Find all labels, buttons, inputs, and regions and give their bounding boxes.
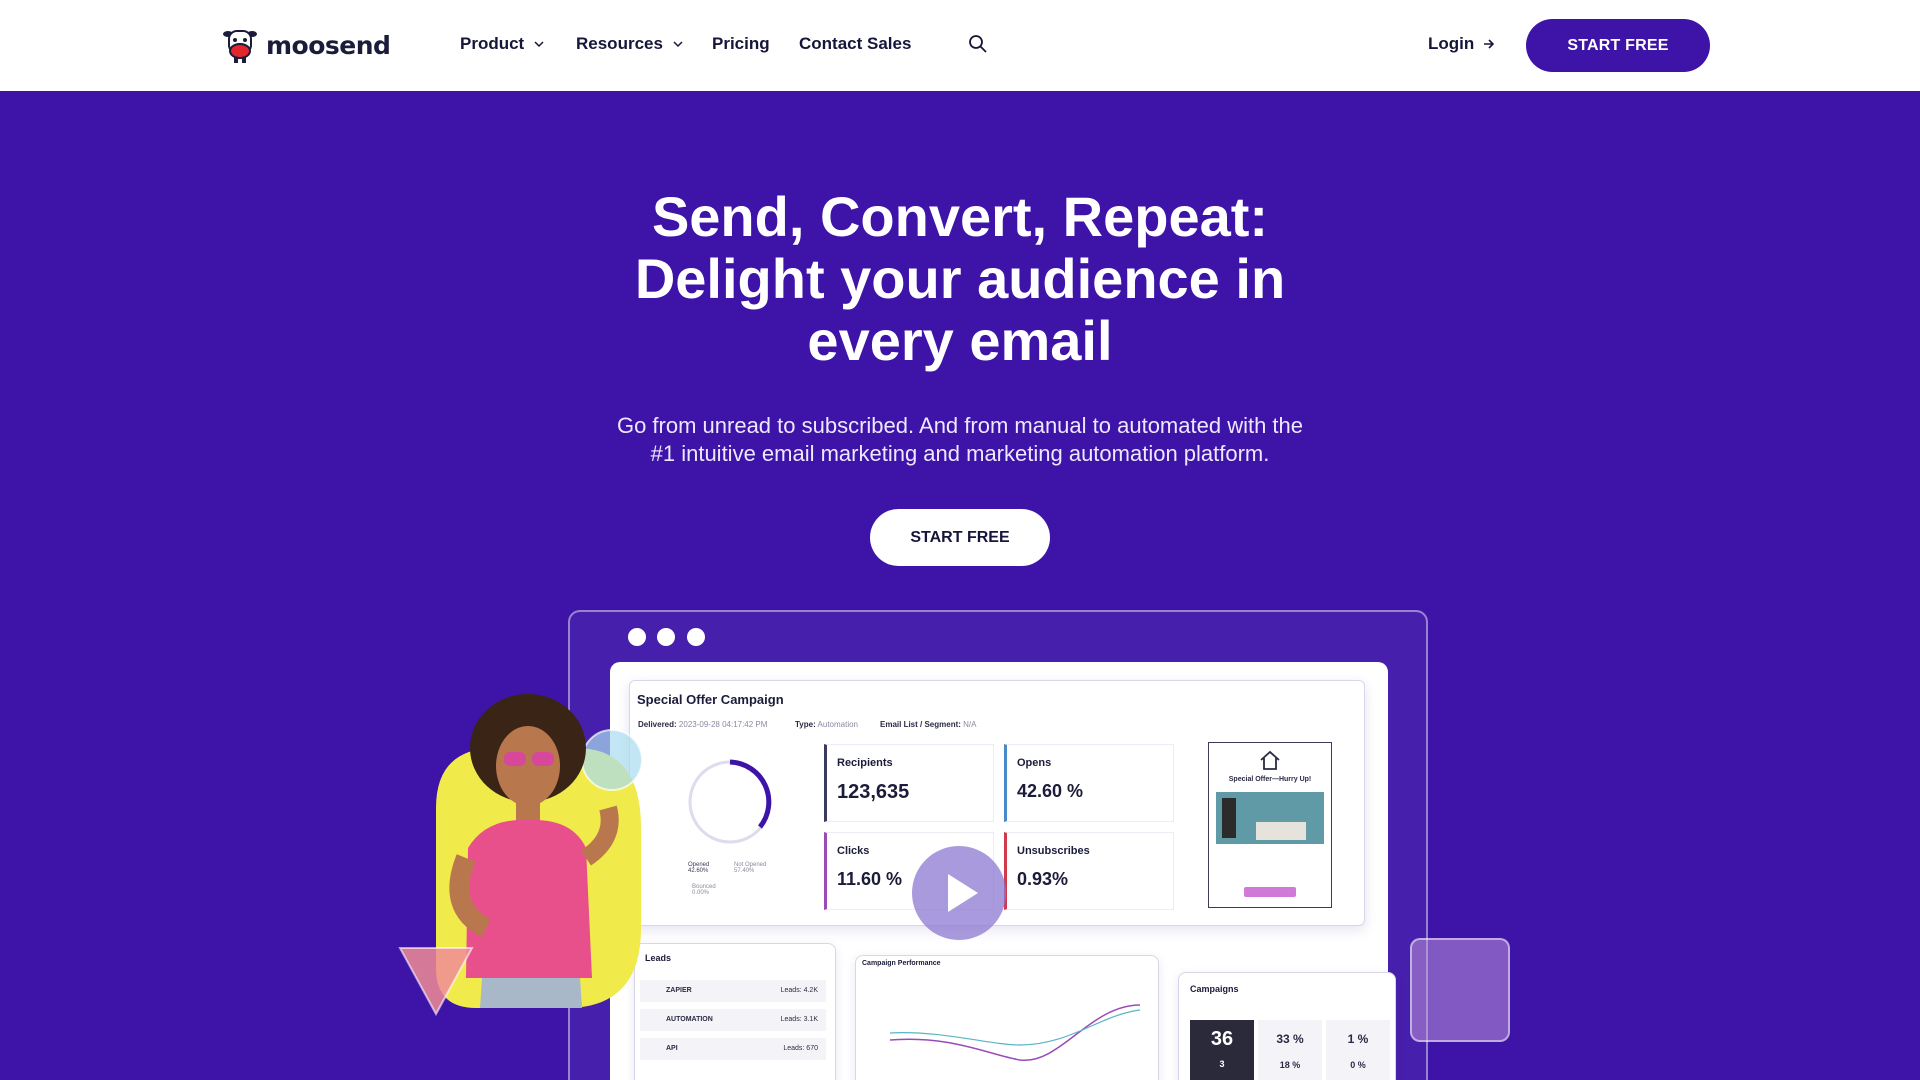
- stat-label: Unsubscribes: [1017, 845, 1090, 857]
- hero-title: Send, Convert, Repeat: Delight your audi…: [560, 186, 1360, 372]
- lead-row-zapier: ZAPIER Leads: 4.2K: [640, 980, 826, 1002]
- campaign-box-top: 36: [1210, 1028, 1234, 1050]
- stat-value: 123,635: [837, 781, 910, 803]
- delivered-meta: Delivered: 2023-09-28 04:17:42 PM: [638, 720, 767, 729]
- chevron-down-icon: [534, 41, 544, 48]
- delivered-value: 2023-09-28 04:17:42 PM: [678, 720, 768, 729]
- campaigns-total-box: 36 3: [1190, 1020, 1254, 1080]
- stat-recipients: Recipients 123,635: [824, 744, 994, 822]
- stat-label: Clicks: [837, 845, 870, 857]
- campaign-title: Special Offer Campaign: [637, 692, 784, 707]
- home-icon: [1260, 750, 1280, 770]
- nav-contact-sales-label: Contact Sales: [799, 34, 912, 53]
- leads-title: Leads: [645, 953, 672, 963]
- start-free-hero-button[interactable]: START FREE: [870, 509, 1050, 566]
- nav-resources-label: Resources: [576, 34, 663, 53]
- start-free-nav-button[interactable]: START FREE: [1526, 19, 1710, 72]
- hero-subtitle-line: #1 intuitive email marketing and marketi…: [650, 441, 1270, 466]
- window-dot: [628, 628, 646, 646]
- performance-line-graph: [889, 1004, 1141, 1061]
- hero-title-line: Delight your audience in: [634, 247, 1286, 310]
- stat-unsubscribes: Unsubscribes 0.93%: [1004, 832, 1174, 910]
- lead-name: ZAPIER: [666, 987, 692, 994]
- hero-title-line: every email: [807, 309, 1113, 372]
- performance-title: Campaign Performance: [862, 960, 941, 967]
- opens-donut-chart: [688, 759, 772, 844]
- type-label: Type:: [795, 720, 816, 729]
- window-dot: [657, 628, 675, 646]
- lead-value: Leads: 4.2K: [780, 987, 818, 994]
- list-label: Email List / Segment:: [880, 720, 961, 729]
- campaign-box-bottom: 18 %: [1279, 1060, 1301, 1070]
- lead-name: AUTOMATION: [666, 1016, 713, 1023]
- lead-value: Leads: 670: [783, 1045, 818, 1052]
- campaigns-click-rate-box: 1 % 0 %: [1326, 1020, 1390, 1080]
- logo[interactable]: moosend: [220, 26, 391, 64]
- search-icon[interactable]: [968, 34, 988, 54]
- nav-contact-sales[interactable]: Contact Sales: [799, 34, 911, 54]
- login-link[interactable]: Login: [1428, 34, 1496, 54]
- hero-subtitle-line: Go from unread to subscribed. And from m…: [616, 413, 1304, 438]
- legend-bounced-value: 0.00%: [692, 890, 710, 896]
- list-value: N/A: [963, 720, 977, 729]
- hero-title-line: Send, Convert, Repeat:: [651, 185, 1269, 248]
- campaign-box-bottom: 0 %: [1350, 1060, 1366, 1070]
- type-meta: Type: Automation: [795, 720, 858, 729]
- hero-subtitle: Go from unread to subscribed. And from m…: [570, 412, 1350, 468]
- nav-product-label: Product: [460, 34, 525, 53]
- chevron-down-icon: [673, 41, 683, 48]
- legend-opened: Opened 42.60%: [688, 862, 709, 874]
- logo-text: moosend: [266, 30, 391, 60]
- nav-pricing[interactable]: Pricing: [712, 34, 770, 54]
- play-video-icon[interactable]: [912, 846, 1006, 940]
- nav-resources[interactable]: Resources: [576, 34, 685, 54]
- stat-label: Opens: [1017, 757, 1052, 769]
- campaign-box-top: 33 %: [1276, 1032, 1304, 1046]
- lead-row-api: API Leads: 670: [640, 1038, 826, 1060]
- lead-row-automation: AUTOMATION Leads: 3.1K: [640, 1009, 826, 1031]
- campaigns-open-rate-box: 33 % 18 %: [1258, 1020, 1322, 1080]
- nav-product[interactable]: Product: [460, 34, 546, 54]
- preview-room-image: [1216, 792, 1324, 844]
- preview-title: Special Offer—Hurry Up!: [1228, 776, 1312, 783]
- lead-name: API: [666, 1045, 678, 1052]
- login-label: Login: [1428, 34, 1475, 53]
- stat-value: 42.60 %: [1017, 781, 1084, 801]
- campaigns-title: Campaigns: [1190, 984, 1239, 994]
- legend-not-opened: Not Opened 57.40%: [734, 862, 766, 874]
- window-dot: [687, 628, 705, 646]
- nav-pricing-label: Pricing: [712, 34, 770, 53]
- lead-value: Leads: 3.1K: [780, 1016, 818, 1023]
- decorative-glass-square: [1410, 938, 1510, 1042]
- legend-not-opened-value: 57.40%: [734, 868, 755, 874]
- legend-bounced: Bounced 0.00%: [692, 884, 716, 896]
- campaign-box-bottom: 3: [1219, 1059, 1225, 1069]
- legend-opened-value: 42.60%: [688, 868, 709, 874]
- arrow-right-icon: [1484, 39, 1495, 49]
- campaign-box-top: 1 %: [1347, 1032, 1369, 1046]
- top-nav: moosend Product Resources Pricing Contac…: [0, 0, 1920, 91]
- list-meta: Email List / Segment: N/A: [880, 720, 976, 729]
- stat-opens: Opens 42.60 %: [1004, 744, 1174, 822]
- type-value: Automation: [817, 720, 858, 729]
- cow-logo-icon: [223, 30, 257, 63]
- stat-value: 0.93%: [1017, 869, 1069, 889]
- stat-value: 11.60 %: [837, 869, 903, 889]
- stat-label: Recipients: [837, 757, 893, 769]
- preview-shop-button: [1244, 887, 1296, 897]
- decorative-triangle: [398, 947, 474, 1017]
